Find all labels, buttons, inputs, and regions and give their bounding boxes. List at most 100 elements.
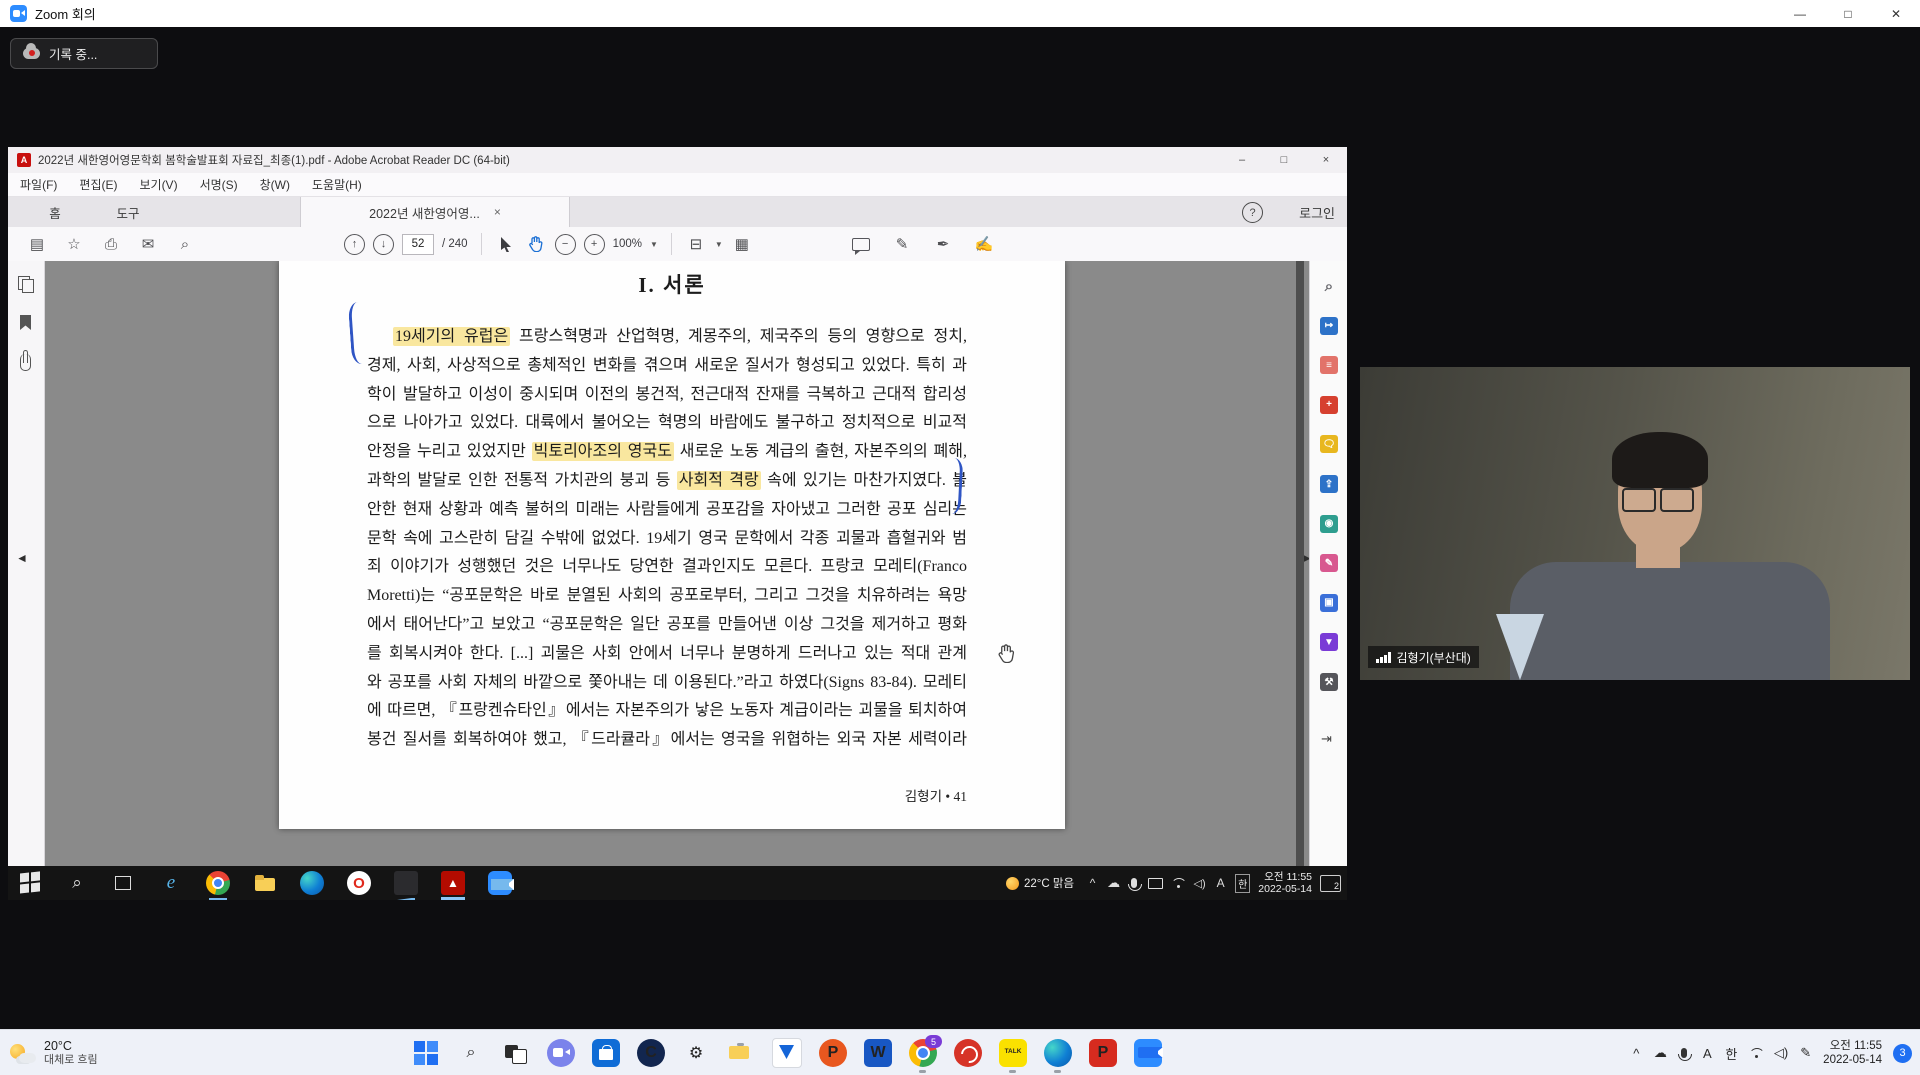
acrobat-icon[interactable]: ▲ xyxy=(441,871,465,895)
page-number-input[interactable]: 52 xyxy=(402,234,434,255)
comment-icon[interactable] xyxy=(850,233,872,255)
compress-pdf-icon[interactable]: ▼ xyxy=(1320,633,1338,651)
zoom-in-icon[interactable]: + xyxy=(584,234,605,255)
touch-keyboard-icon[interactable] xyxy=(1148,878,1163,889)
previous-page-button[interactable]: ↑ xyxy=(344,234,365,255)
internet-explorer-icon[interactable]: e xyxy=(159,871,183,895)
v3-shield-icon[interactable] xyxy=(772,1038,802,1068)
microphone-icon[interactable] xyxy=(1681,1048,1687,1058)
onedrive-icon[interactable]: ☁ xyxy=(1654,1045,1667,1061)
ime-a-icon[interactable]: A xyxy=(1214,876,1227,890)
scroll-left-arrow[interactable]: ◄ xyxy=(16,551,28,565)
email-icon[interactable]: ✉ xyxy=(137,233,159,255)
red-app-icon[interactable] xyxy=(954,1039,982,1067)
acrobat-minimize-button[interactable]: – xyxy=(1221,147,1263,173)
volume-icon[interactable]: ◁) xyxy=(1193,877,1206,890)
page-thumbnails-icon[interactable] xyxy=(17,275,35,293)
file-explorer-icon[interactable] xyxy=(253,871,277,895)
zoom-maximize-button[interactable]: □ xyxy=(1824,0,1872,27)
zoom-out-icon[interactable]: − xyxy=(555,234,576,255)
help-icon[interactable]: ? xyxy=(1242,202,1263,223)
task-view-icon[interactable] xyxy=(502,1039,530,1067)
ime-korean-icon[interactable]: 한 xyxy=(1235,874,1250,893)
sign-pen-icon[interactable]: ✒ xyxy=(932,233,954,255)
star-icon[interactable]: ☆ xyxy=(63,233,85,255)
network-icon[interactable] xyxy=(1171,878,1185,888)
file-explorer-icon[interactable] xyxy=(727,1039,755,1067)
zoom-level-select[interactable]: 100% xyxy=(613,238,642,250)
menu-item[interactable]: 서명(S) xyxy=(200,176,238,193)
kakaotalk-icon[interactable]: TALK xyxy=(999,1039,1027,1067)
menu-item[interactable]: 보기(V) xyxy=(139,176,177,193)
notification-badge[interactable]: 3 xyxy=(1893,1044,1912,1063)
tab-tools[interactable]: 도구 xyxy=(100,197,156,227)
edge-icon[interactable] xyxy=(1044,1039,1072,1067)
powerpoint-icon[interactable]: P xyxy=(819,1039,847,1067)
blue-circle-app-icon[interactable]: C xyxy=(637,1039,665,1067)
volume-icon[interactable]: ◁) xyxy=(1774,1045,1788,1061)
comment-tool-icon[interactable]: 🗨 xyxy=(1320,435,1338,453)
tab-close-icon[interactable]: × xyxy=(494,205,501,219)
chrome-icon[interactable]: 5 xyxy=(909,1039,937,1067)
tab-home[interactable]: 홈 xyxy=(32,197,78,227)
notification-center-icon[interactable]: 2 xyxy=(1320,875,1341,892)
zoom-icon[interactable] xyxy=(1134,1039,1162,1067)
zoom-caret-icon[interactable]: ▼ xyxy=(650,240,658,249)
menu-item[interactable]: 창(W) xyxy=(260,176,290,193)
wifi-icon[interactable] xyxy=(1749,1048,1763,1058)
onedrive-icon[interactable]: ☁ xyxy=(1107,875,1120,891)
acrobat-close-button[interactable]: × xyxy=(1305,147,1347,173)
opera-icon[interactable]: O xyxy=(347,871,371,895)
next-page-button[interactable]: ↓ xyxy=(373,234,394,255)
select-tool-icon[interactable] xyxy=(495,233,517,255)
shared-clock[interactable]: 오전 11:55 2022-05-14 xyxy=(1258,871,1312,895)
weather-widget[interactable]: 22°C 맑음 xyxy=(1006,875,1074,891)
recording-indicator[interactable]: 기록 중... xyxy=(10,38,158,69)
start-icon[interactable] xyxy=(412,1039,440,1067)
word-icon[interactable]: W xyxy=(864,1039,892,1067)
measure-tool-icon[interactable]: ⚒ xyxy=(1320,673,1338,691)
fill-sign-icon[interactable]: ✍ xyxy=(973,233,995,255)
bookmarks-icon[interactable] xyxy=(17,315,35,333)
find-icon[interactable]: ⌕ xyxy=(174,233,196,255)
search-tool-icon[interactable]: ⌕ xyxy=(1320,277,1338,295)
chrome-icon[interactable] xyxy=(206,871,230,895)
save-icon[interactable]: ▤ xyxy=(26,233,48,255)
acrobat-maximize-button[interactable]: □ xyxy=(1263,147,1305,173)
attachments-icon[interactable] xyxy=(20,354,31,371)
start-icon[interactable] xyxy=(18,871,42,895)
task-view-icon[interactable] xyxy=(112,871,136,895)
print-icon[interactable]: ⎙ xyxy=(100,233,122,255)
fit-width-icon[interactable]: ⊟ xyxy=(685,233,707,255)
teams-chat-icon[interactable] xyxy=(547,1039,575,1067)
search-icon[interactable]: ⌕ xyxy=(65,871,89,895)
menu-item[interactable]: 편집(E) xyxy=(79,176,117,193)
zoom-minimize-button[interactable]: — xyxy=(1776,0,1824,27)
settings-icon[interactable]: ⚙ xyxy=(682,1039,710,1067)
menu-item[interactable]: 도움말(H) xyxy=(312,176,362,193)
system-clock[interactable]: 오전 11:55 2022-05-14 xyxy=(1823,1039,1882,1067)
edge-icon[interactable] xyxy=(300,871,324,895)
highlight-pencil-icon[interactable]: ✎ xyxy=(891,233,913,255)
create-pdf-icon[interactable]: + xyxy=(1320,396,1338,414)
tab-document[interactable]: 2022년 새한영어영... × xyxy=(300,197,570,227)
hidden-icons-chevron[interactable]: ^ xyxy=(1086,876,1099,890)
hand-tool-icon[interactable] xyxy=(525,233,547,255)
tools-expand-icon[interactable]: ⇥ xyxy=(1321,731,1332,747)
fit-caret-icon[interactable]: ▼ xyxy=(715,240,723,249)
search-icon[interactable]: ⌕ xyxy=(457,1039,485,1067)
hidden-icons-chevron[interactable]: ^ xyxy=(1630,1046,1643,1061)
organize-pages-icon[interactable]: ≡ xyxy=(1320,356,1338,374)
display-settings-icon[interactable]: ▦ xyxy=(731,233,753,255)
capture-app-icon[interactable] xyxy=(394,871,418,895)
zoom-icon[interactable] xyxy=(488,871,512,895)
pen-icon[interactable]: ✎ xyxy=(1799,1045,1812,1061)
microsoft-store-icon[interactable] xyxy=(592,1039,620,1067)
share-file-icon[interactable]: ⇪ xyxy=(1320,475,1338,493)
media-player-icon[interactable]: P xyxy=(1089,1039,1117,1067)
zoom-close-button[interactable]: ✕ xyxy=(1872,0,1920,27)
weather-widget[interactable]: 20°C 대체로 흐림 xyxy=(10,1030,98,1075)
ime-korean-icon[interactable]: 한 xyxy=(1725,1044,1738,1063)
vertical-scrollbar[interactable] xyxy=(1296,261,1304,866)
stamp-tool-icon[interactable]: ◉ xyxy=(1320,515,1338,533)
